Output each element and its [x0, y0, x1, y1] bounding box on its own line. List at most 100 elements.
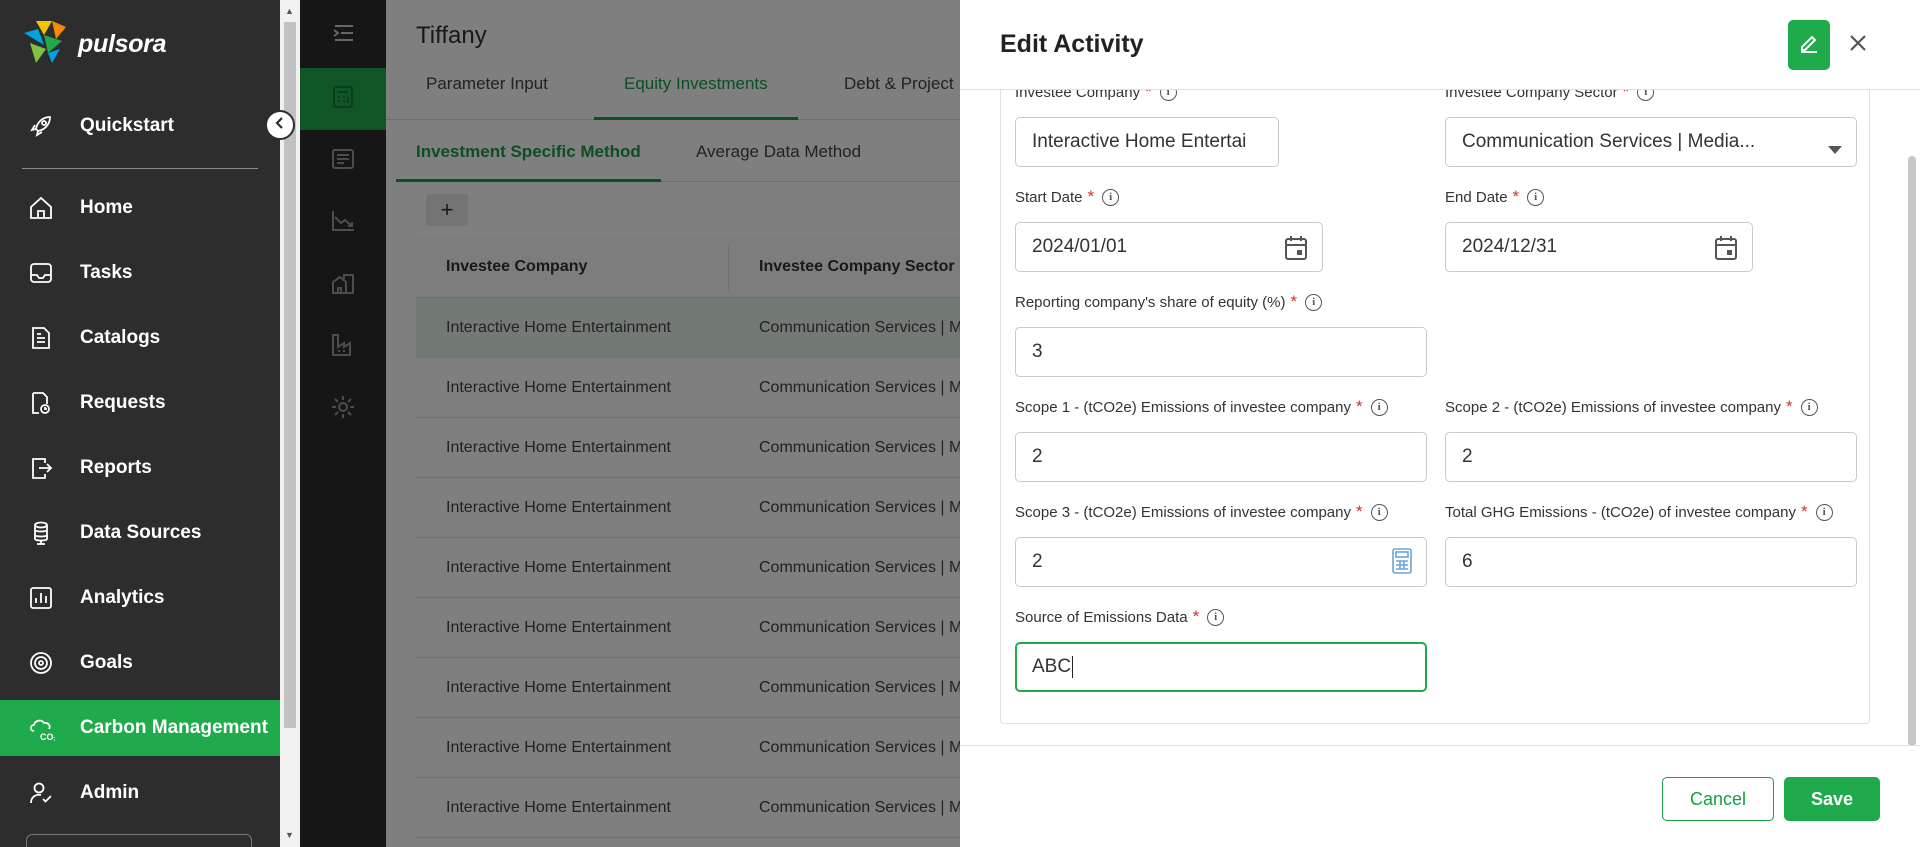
label-scope3: Scope 3 - (tCO2e) Emissions of investee …	[1015, 502, 1388, 522]
activity-form: Investee Company * i Interactive Home En…	[1000, 60, 1870, 724]
text-cursor	[1072, 656, 1074, 678]
close-button[interactable]	[1843, 30, 1873, 60]
sidebar-item-analytics[interactable]: Analytics	[0, 570, 280, 626]
sidebar-item-admin[interactable]: Admin	[0, 765, 280, 821]
label-scope2: Scope 2 - (tCO2e) Emissions of investee …	[1445, 397, 1818, 417]
input-value: ABC	[1032, 656, 1072, 677]
carbon-cloud-icon: CO₂	[26, 713, 56, 743]
calculator-icon[interactable]	[1392, 548, 1412, 580]
label-text: Source of Emissions Data	[1015, 608, 1188, 626]
date-value: 2024/12/31	[1462, 236, 1558, 257]
info-icon[interactable]: i	[1370, 398, 1388, 416]
label-text: Start Date	[1015, 188, 1083, 206]
home-icon	[26, 193, 56, 223]
total-ghg-input[interactable]: 6	[1445, 537, 1857, 587]
drawer-header: Edit Activity	[960, 0, 1920, 90]
drawer-title: Edit Activity	[1000, 30, 1144, 58]
database-icon	[26, 518, 56, 548]
calendar-icon[interactable]	[1714, 235, 1738, 267]
sidebar-item-data-sources[interactable]: Data Sources	[0, 505, 280, 561]
investee-company-input[interactable]: Interactive Home Entertai	[1015, 117, 1279, 167]
input-value: 2	[1032, 551, 1043, 572]
equity-share-input[interactable]: 3	[1015, 327, 1427, 377]
info-icon[interactable]: i	[1207, 608, 1225, 626]
label-total-ghg: Total GHG Emissions - (tCO2e) of investe…	[1445, 502, 1833, 522]
info-icon[interactable]: i	[1815, 503, 1833, 521]
sidebar-item-catalogs[interactable]: Catalogs	[0, 310, 280, 366]
label-text: Scope 2 - (tCO2e) Emissions of investee …	[1445, 398, 1781, 416]
info-icon[interactable]: i	[1800, 398, 1818, 416]
user-profile-box[interactable]	[26, 834, 252, 847]
brand-name: pulsora	[78, 29, 167, 58]
source-emissions-input[interactable]: ABC	[1015, 642, 1427, 692]
sidebar: pulsora Quickstart Home Tasks Catalogs R…	[0, 0, 280, 847]
info-icon[interactable]: i	[1527, 188, 1545, 206]
label-equity-share: Reporting company's share of equity (%) …	[1015, 292, 1323, 312]
close-icon	[1848, 33, 1868, 58]
sidebar-item-quickstart[interactable]: Quickstart	[0, 98, 280, 154]
sidebar-item-label: Home	[80, 197, 133, 218]
end-date-input[interactable]: 2024/12/31	[1445, 222, 1753, 272]
label-source-emissions: Source of Emissions Data * i	[1015, 607, 1225, 627]
required-asterisk: *	[1512, 187, 1520, 206]
sidebar-collapse-button[interactable]	[265, 110, 295, 140]
requests-icon	[26, 388, 56, 418]
sidebar-item-label: Tasks	[80, 262, 133, 283]
start-date-input[interactable]: 2024/01/01	[1015, 222, 1323, 272]
scroll-up-arrow-icon[interactable]: ▲	[285, 6, 294, 16]
label-scope1: Scope 1 - (tCO2e) Emissions of investee …	[1015, 397, 1388, 417]
required-asterisk: *	[1290, 292, 1298, 311]
info-icon[interactable]: i	[1102, 188, 1120, 206]
sidebar-item-label: Catalogs	[80, 327, 161, 348]
label-end-date: End Date * i	[1445, 187, 1545, 207]
scope1-input[interactable]: 2	[1015, 432, 1427, 482]
sidebar-item-tasks[interactable]: Tasks	[0, 245, 280, 301]
edit-button[interactable]	[1788, 20, 1830, 70]
scope3-input[interactable]: 2	[1015, 537, 1427, 587]
required-asterisk: *	[1355, 502, 1363, 521]
drawer-scrollbar[interactable]	[1908, 156, 1916, 746]
label-text: Reporting company's share of equity (%)	[1015, 293, 1286, 311]
pulsora-logo-icon	[22, 19, 68, 70]
investee-sector-select[interactable]: Communication Services | Media...	[1445, 117, 1857, 167]
rocket-icon	[26, 111, 56, 141]
bar-chart-icon	[26, 583, 56, 613]
target-icon	[26, 648, 56, 678]
label-text: End Date	[1445, 188, 1508, 206]
sidebar-item-label: Requests	[80, 392, 166, 413]
scroll-down-arrow-icon[interactable]: ▼	[285, 830, 294, 840]
sidebar-item-reports[interactable]: Reports	[0, 440, 280, 496]
label-text: Scope 1 - (tCO2e) Emissions of investee …	[1015, 398, 1351, 416]
required-asterisk: *	[1192, 607, 1200, 626]
calendar-icon[interactable]	[1284, 235, 1308, 267]
sidebar-item-label: Admin	[80, 782, 140, 803]
sidebar-item-label: Carbon Management	[80, 717, 268, 738]
required-asterisk: *	[1355, 397, 1363, 416]
inbox-icon	[26, 258, 56, 288]
drawer-footer: Cancel Save	[960, 745, 1920, 847]
user-admin-icon	[26, 778, 56, 808]
svg-text:CO₂: CO₂	[40, 732, 55, 742]
report-export-icon	[26, 453, 56, 483]
cancel-button[interactable]: Cancel	[1662, 777, 1774, 821]
sidebar-item-label: Data Sources	[80, 522, 202, 543]
sidebar-item-label: Quickstart	[80, 115, 174, 136]
required-asterisk: *	[1087, 187, 1095, 206]
nav-divider	[22, 168, 258, 169]
required-asterisk: *	[1800, 502, 1808, 521]
save-button[interactable]: Save	[1784, 777, 1880, 821]
scope2-input[interactable]: 2	[1445, 432, 1857, 482]
brand[interactable]: pulsora	[22, 19, 167, 70]
sidebar-item-label: Reports	[80, 457, 152, 478]
dropdown-caret-icon	[1828, 138, 1842, 160]
label-text: Scope 3 - (tCO2e) Emissions of investee …	[1015, 503, 1351, 521]
sidebar-item-carbon-management[interactable]: CO₂ Carbon Management	[0, 700, 280, 756]
modal-backdrop[interactable]	[300, 0, 960, 847]
sidebar-item-goals[interactable]: Goals	[0, 635, 280, 691]
info-icon[interactable]: i	[1305, 293, 1323, 311]
sidebar-item-home[interactable]: Home	[0, 180, 280, 236]
pencil-icon	[1799, 33, 1819, 58]
info-icon[interactable]: i	[1370, 503, 1388, 521]
label-start-date: Start Date * i	[1015, 187, 1120, 207]
sidebar-item-requests[interactable]: Requests	[0, 375, 280, 431]
